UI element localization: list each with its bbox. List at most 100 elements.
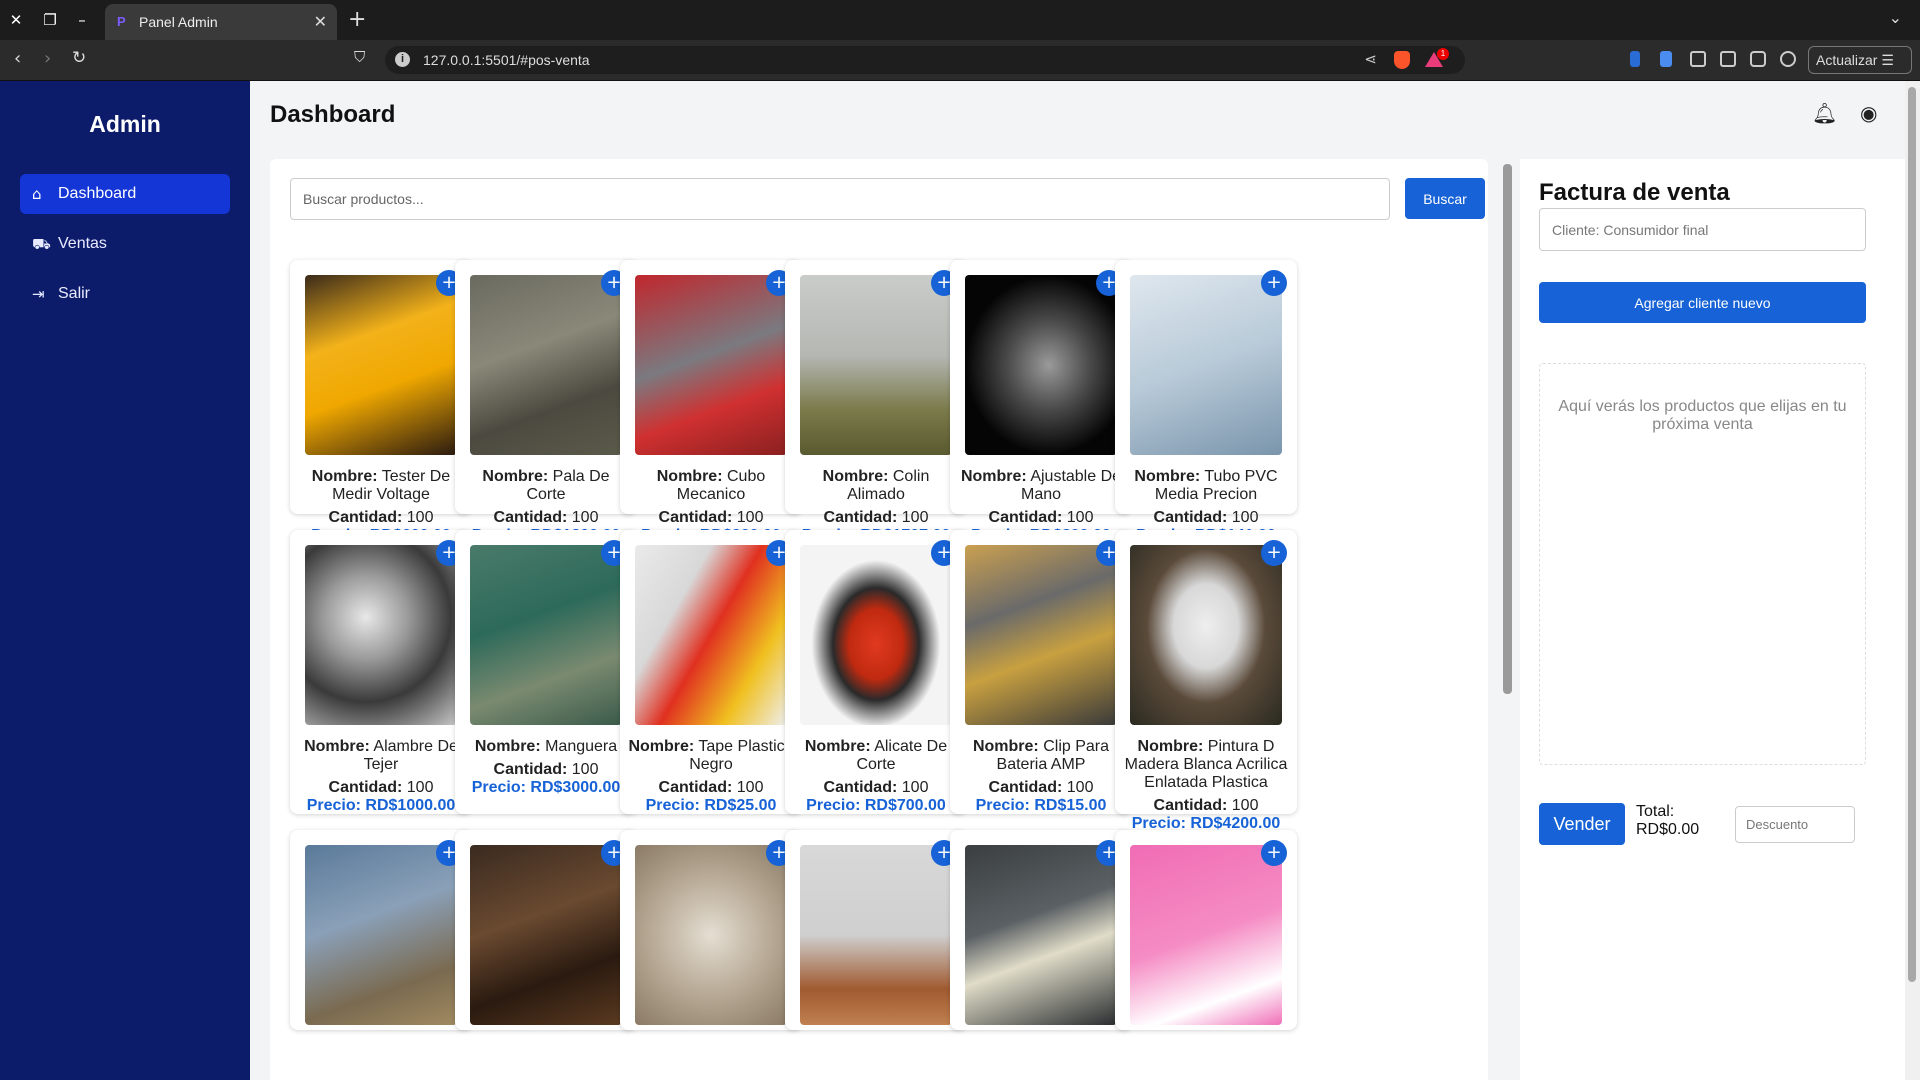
name-label: Nombre:	[304, 738, 370, 755]
quantity-label: Cantidad:	[328, 779, 403, 796]
page-scrollbar-thumb[interactable]	[1908, 87, 1916, 982]
product-image-pliers	[800, 545, 952, 725]
product-name: Nombre: Cubo Mecanico	[628, 468, 794, 504]
client-input[interactable]	[1539, 208, 1866, 251]
sidebar-icon[interactable]	[1720, 51, 1736, 67]
product-card[interactable]: + Nombre: Alambre De Tejer Cantidad: 100 Pr…	[290, 530, 472, 814]
share-icon[interactable]: ⋖	[1364, 50, 1377, 68]
address-toolbar: ‹ › ↻ ⛉ i 127.0.0.1:5501/#pos-venta ⋖ 1 …	[0, 40, 1920, 81]
price-label: Precio:	[306, 797, 361, 814]
reload-icon[interactable]: ↻	[72, 48, 86, 68]
product-card[interactable]: + Nombre: Pintura D Madera Blanca Acrilic…	[1115, 530, 1297, 832]
product-card[interactable]: +	[290, 830, 472, 1030]
page-scrollbar[interactable]	[1905, 81, 1920, 1080]
close-tab-icon[interactable]: ✕	[314, 12, 327, 31]
browser-tab[interactable]: P Panel Admin ✕	[105, 4, 337, 40]
product-card[interactable]: + Nombre: Clip Para Bateria AMP Cantidad: …	[950, 530, 1132, 814]
add-to-invoice-button[interactable]: +	[1261, 270, 1287, 296]
leo-ai-icon[interactable]	[1780, 51, 1796, 67]
browser-tab-bar: ✕ ❐ – P Panel Admin ✕ + ⌄	[0, 0, 1920, 40]
product-info: Nombre: Manguera Cantidad: 100 Precio: RD$…	[463, 738, 629, 797]
update-button[interactable]: Actualizar ☰	[1808, 46, 1912, 74]
product-image-nails	[470, 845, 622, 1025]
product-card[interactable]: + Nombre: Tape Plastico Negro Cantidad: 10…	[620, 530, 802, 814]
product-name: Nombre: Tubo PVC Media Precion	[1123, 468, 1289, 504]
wallet-icon[interactable]	[1750, 51, 1766, 67]
name-label: Nombre:	[804, 738, 871, 755]
invoice-items-empty: Aquí verás los productos que elijas en t…	[1539, 363, 1866, 765]
product-card[interactable]: +Nombre: Ajustable De ManoCantidad: 100P…	[950, 260, 1132, 544]
sidebar-item-dashboard[interactable]: ⌂ Dashboard	[20, 174, 230, 214]
page-title: Dashboard	[270, 101, 396, 128]
product-card[interactable]: + Nombre: Tester De Medir Voltage Cantidad…	[290, 260, 472, 544]
quantity-value: 100	[1231, 509, 1259, 526]
product-image-gardening	[305, 845, 457, 1025]
name-value: Alambre De Tejer	[363, 738, 458, 773]
product-quantity: Cantidad: 100	[793, 779, 959, 797]
add-to-invoice-button[interactable]: +	[1261, 840, 1287, 866]
home-icon: ⌂	[32, 185, 42, 203]
product-name: Nombre: Ajustable De Mano	[958, 468, 1124, 504]
bookmark-icon[interactable]: ⛉	[354, 48, 365, 66]
name-label: Nombre:	[1134, 468, 1201, 485]
forward-icon[interactable]: ›	[44, 48, 51, 69]
minimize-window-icon[interactable]: –	[72, 10, 92, 30]
product-image-multimeter	[305, 275, 457, 455]
product-card[interactable]: +	[455, 830, 637, 1030]
name-label: Nombre:	[656, 468, 723, 485]
add-client-button[interactable]: Agregar cliente nuevo	[1539, 282, 1866, 323]
sidebar-item-ventas[interactable]: ⛟ Ventas	[20, 224, 230, 264]
add-to-invoice-button[interactable]: +	[1261, 540, 1287, 566]
restore-window-icon[interactable]: ❐	[40, 10, 60, 30]
sidebar-item-salir[interactable]: ⇥ Salir	[20, 274, 230, 314]
extension-icon[interactable]	[1630, 51, 1640, 67]
quantity-label: Cantidad:	[328, 509, 403, 526]
name-label: Nombre:	[822, 468, 889, 485]
product-info: Nombre: Alambre De Tejer Cantidad: 100 Pre…	[298, 738, 464, 815]
new-tab-icon[interactable]: +	[348, 7, 366, 32]
product-card[interactable]: + Nombre: Alicate De Corte Cantidad: 100 Pr…	[785, 530, 967, 814]
product-image-tape-rolls	[635, 545, 787, 725]
brave-shields-icon[interactable]	[1394, 51, 1410, 69]
tab-list-chevron-icon[interactable]: ⌄	[1889, 8, 1902, 27]
logout-icon: ⇥	[32, 285, 45, 303]
panel-scrollbar[interactable]	[1503, 164, 1512, 694]
quantity-value: 100	[1231, 797, 1259, 814]
product-quantity: Cantidad: 100	[1123, 509, 1289, 527]
product-card[interactable]: +	[1115, 830, 1297, 1030]
product-card[interactable]: +Nombre: Pala De CorteCantidad: 100Preci…	[455, 260, 637, 544]
extensions-puzzle-icon[interactable]	[1690, 51, 1706, 67]
product-card[interactable]: + Nombre: Manguera Cantidad: 100 Precio: RD…	[455, 530, 637, 814]
product-card[interactable]: + Nombre: Tubo PVC Media Precion Cantidad:…	[1115, 260, 1297, 544]
price-label: Precio:	[806, 797, 861, 814]
search-button[interactable]: Buscar	[1405, 178, 1485, 219]
extension-icon[interactable]	[1660, 51, 1672, 67]
product-name: Nombre: Tape Plastico Negro	[628, 738, 794, 774]
close-window-icon[interactable]: ✕	[6, 10, 26, 30]
sidebar: Admin ⌂ Dashboard ⛟ Ventas ⇥ Salir	[0, 81, 250, 1080]
product-card[interactable]: +	[785, 830, 967, 1030]
product-quantity: Cantidad: 100	[793, 509, 959, 527]
quantity-value: 100	[901, 779, 929, 796]
product-card[interactable]: +Nombre: Cubo MecanicoCantidad: 100Preci…	[620, 260, 802, 544]
user-account-icon[interactable]: ◉	[1860, 101, 1877, 125]
address-bar[interactable]: i 127.0.0.1:5501/#pos-venta ⋖ 1	[385, 46, 1465, 74]
product-card[interactable]: +	[950, 830, 1132, 1030]
product-card[interactable]: +Nombre: Colin AlimadoCantidad: 100Preci…	[785, 260, 967, 544]
quantity-value: 100	[1066, 779, 1094, 796]
favicon-icon: P	[117, 14, 126, 29]
discount-input[interactable]	[1735, 806, 1855, 843]
bell-icon[interactable]: 🔔︎	[1812, 101, 1837, 125]
total-value: RD$0.00	[1636, 821, 1700, 838]
sidebar-item-label: Dashboard	[58, 185, 137, 202]
product-quantity: Cantidad: 100	[958, 509, 1124, 527]
name-value: Tape Plastico Negro	[689, 738, 794, 773]
back-icon[interactable]: ‹	[14, 48, 21, 69]
search-input[interactable]	[290, 178, 1390, 220]
site-info-icon[interactable]: i	[395, 52, 410, 67]
product-card[interactable]: +	[620, 830, 802, 1030]
quantity-label: Cantidad:	[658, 779, 733, 796]
name-label: Nombre:	[628, 738, 695, 755]
sell-button[interactable]: Vender	[1539, 803, 1625, 845]
quantity-value: 100	[406, 509, 434, 526]
